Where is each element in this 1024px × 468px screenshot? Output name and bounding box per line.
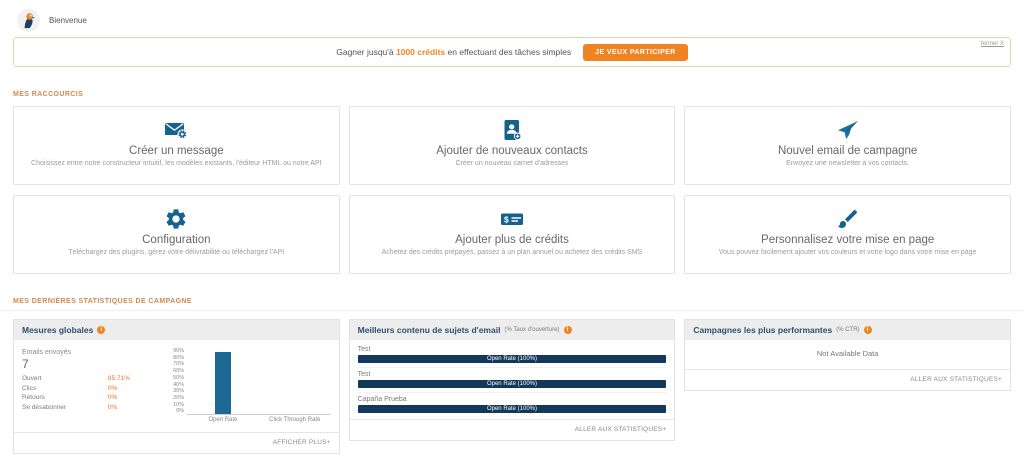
card-add-credits[interactable]: $ Ajouter plus de crédits Achetez des cr… [349,195,676,274]
x-tick-label: Open Rate [187,417,259,423]
stat-label: Ouvert [22,375,108,382]
credits-dollar-icon: $ [362,207,663,231]
subject-item: Test Open Rate (100%) [358,343,667,368]
welcome-text: Bienvenue [49,16,87,25]
info-icon[interactable]: i [864,326,872,334]
card-title: Ajouter plus de crédits [362,234,663,246]
add-contact-icon [362,118,663,142]
promo-banner: Gagner jusqu'à 1000 crédits en effectuan… [13,37,1011,67]
card-add-contacts[interactable]: Ajouter de nouveaux contacts Créer un no… [349,106,676,185]
show-more-link[interactable]: AFFICHER PLUS+ [14,432,339,453]
card-subtitle: Vous pouvez facilement ajouter vos coule… [697,249,998,256]
panel-header: Campagnes les plus performantes (% CTR) … [685,320,1010,340]
emails-sent-value: 7 [22,357,170,371]
banner-close-link[interactable]: fermer X [981,41,1004,47]
card-customize-layout[interactable]: Personnalisez votre mise en page Vous po… [684,195,1011,274]
go-to-statistics-link[interactable]: ALLER AUX STATISTIQUES+ [685,369,1010,390]
global-measures-body: Emails envoyés 7 Ouvert 85.71% Clics 0% … [14,340,339,423]
card-subtitle: Envoyez une newsletter à vos contacts. [697,160,998,167]
panel-title: Meilleurs contenu de sujets d'email [358,325,501,335]
svg-text:$: $ [504,215,509,225]
subject-item: Test Open Rate (100%) [358,368,667,393]
envelope-gear-icon [26,118,327,142]
subject-label: Test [358,371,667,378]
panel-header: Mesures globales i [14,320,339,340]
card-new-campaign[interactable]: Nouvel email de campagne Envoyez une new… [684,106,1011,185]
heading-divider [0,310,1024,311]
card-title: Créer un message [26,145,327,157]
stat-label: Se désabonner [22,404,108,411]
promo-text: Gagner jusqu'à 1000 crédits en effectuan… [336,47,571,57]
y-tick-label: 40% [170,383,184,389]
emails-sent-label: Emails envoyés [22,349,170,356]
statistics-panels: Mesures globales i Emails envoyés 7 Ouve… [13,319,1011,454]
stat-label: Retours [22,394,108,401]
stat-value: 85.71% [108,375,130,382]
go-to-statistics-link[interactable]: ALLER AUX STATISTIQUES+ [350,419,675,440]
y-tick-label: 70% [170,362,184,368]
card-title: Nouvel email de campagne [697,145,998,157]
y-tick-label: 20% [170,396,184,402]
card-title: Ajouter de nouveaux contacts [362,145,663,157]
stat-value: 0% [108,385,117,392]
y-tick-label: 30% [170,389,184,395]
card-subtitle: Téléchargez des plugins, gérez votre dél… [26,249,327,256]
shortcut-cards: Créer un message Choisissez entre notre … [13,106,1011,274]
stat-row: Retours 0% [22,394,170,401]
subject-item: Capaña Prueba Open Rate (100%) [358,393,667,417]
bird-logo-icon [17,9,40,32]
stat-row: Se désabonner 0% [22,404,170,411]
y-tick-label: 80% [170,356,184,362]
card-title: Configuration [26,234,327,246]
subject-label: Test [358,346,667,353]
card-subtitle: Créer un nouveau carnet d'adresses [362,160,663,167]
panel-title: Campagnes les plus performantes [693,325,832,335]
info-icon[interactable]: i [564,326,572,334]
statistics-heading: MES DERNIÈRES STATISTIQUES DE CAMPAGNE [13,298,1011,305]
panel-subtitle: (% Taux d'ouverture) [504,327,559,333]
card-configuration[interactable]: Configuration Téléchargez des plugins, g… [13,195,340,274]
paint-brush-icon [697,207,998,231]
subject-label: Capaña Prueba [358,396,667,403]
x-tick-label: Click Through Rate [259,417,331,423]
stat-value: 0% [108,404,117,411]
y-tick-label: 60% [170,369,184,375]
card-subtitle: Choisissez entre notre constructeur intu… [26,160,327,167]
panel-subtitle: (% CTR) [836,327,859,333]
no-data-message: Not Available Data [685,340,1010,369]
panel-best-subjects: Meilleurs contenu de sujets d'email (% T… [349,319,676,441]
subject-bar: Open Rate (100%) [358,380,667,388]
paper-plane-icon [697,118,998,142]
y-tick-label: 50% [170,376,184,382]
y-tick-label: 0% [170,409,184,415]
panel-title: Mesures globales [22,325,93,335]
stat-row: Ouvert 85.71% [22,375,170,382]
shortcuts-heading: MES RACCOURCIS [13,91,1011,98]
subject-bar: Open Rate (100%) [358,405,667,413]
card-subtitle: Achetez des crédits prépayés, passez à u… [362,249,663,256]
info-icon[interactable]: i [97,326,105,334]
y-tick-label: 10% [170,403,184,409]
panel-global-measures: Mesures globales i Emails envoyés 7 Ouve… [13,319,340,454]
card-create-message[interactable]: Créer un message Choisissez entre notre … [13,106,340,185]
stat-label: Clics [22,385,108,392]
subject-bar: Open Rate (100%) [358,355,667,363]
gear-icon [26,207,327,231]
credits-highlight: 1000 crédits [396,47,445,57]
avatar [17,9,40,32]
top-bar: Bienvenue [0,0,1024,34]
stat-row: Clics 0% [22,385,170,392]
participate-button[interactable]: JE VEUX PARTICIPER [583,44,688,61]
y-tick-label: 90% [170,349,184,355]
global-chart-bar [215,352,231,414]
stat-value: 0% [108,394,117,401]
card-title: Personnalisez votre mise en page [697,234,998,246]
global-measures-chart: 90%80%70%60%50%40%30%20%10%0% Open Rate … [170,347,331,423]
global-chart-yaxis: 90%80%70%60%50%40%30%20%10%0% [170,349,187,415]
global-chart-xlabels: Open Rate Click Through Rate [170,417,331,423]
panel-top-campaigns: Campagnes les plus performantes (% CTR) … [684,319,1011,391]
subjects-list: Test Open Rate (100%) Test Open Rate (10… [350,340,675,419]
panel-header: Meilleurs contenu de sujets d'email (% T… [350,320,675,340]
global-chart-plot [187,349,331,415]
